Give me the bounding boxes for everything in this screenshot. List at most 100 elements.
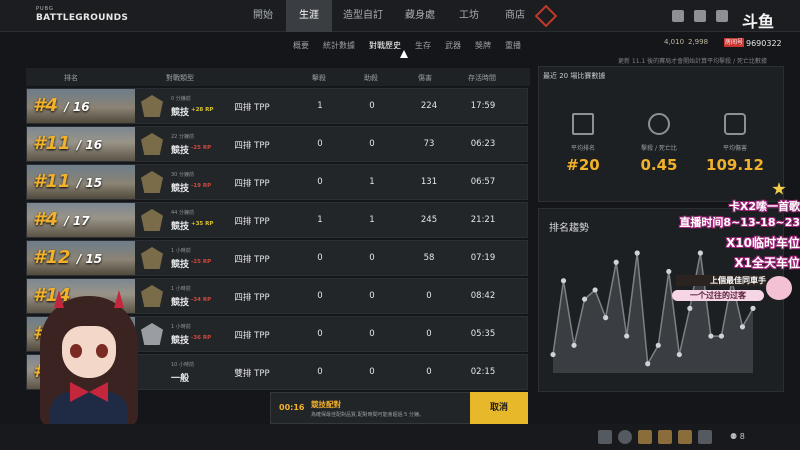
match-time: 0 分鐘前 [171,96,191,102]
kills-value: 0 [317,367,323,377]
match-row[interactable]: #4 / 17 44 分鐘前 競技 +35 RP 四排 TPP 1 1 245 21:21 [26,202,528,238]
col-rank: 排名 [64,74,78,82]
logo-big-text: BATTLEGROUNDS [36,13,129,23]
assists-value: 0 [369,253,375,263]
subtab-weapons[interactable]: 武器 [438,40,468,51]
rank-trend-title: 排名趨勢 [549,223,589,234]
squad-type: 四排 TPP [234,141,270,151]
match-mode: 競技 [171,146,190,156]
match-row[interactable]: #4 / 16 0 分鐘前 競技 +28 RP 四排 TPP 1 0 224 17:59 [26,88,528,124]
trend-point[interactable] [592,287,598,293]
stat-avg-rank-label: 平均排名 [570,145,595,152]
match-time: 44 分鐘前 [171,210,194,216]
tier-badge-icon [141,133,163,155]
trend-point[interactable] [750,305,756,311]
survivor-pass-icon[interactable] [534,4,558,28]
kills-value: 1 [317,101,323,111]
map-thumbnail: #4 / 16 [27,89,135,123]
subtab-medals[interactable]: 獎牌 [468,40,498,51]
map-thumbnail: #4 / 17 [27,203,135,237]
trend-point[interactable] [634,250,640,256]
squad-type: 四排 TPP [234,255,270,265]
pubg-logo: PUBG BATTLEGROUNDS [36,6,128,23]
rank-total: / 17 [64,214,90,228]
stat-kd-value: 0.45 [640,156,678,174]
nav-tab-customize[interactable]: 造型自訂 [332,0,394,32]
main-nav: 開始 生涯 造型自訂 藏身處 工坊 商店 [240,0,538,32]
match-row[interactable]: #12 / 15 1 小時前 競技 -25 RP 四排 TPP 0 0 58 07:19 [26,240,528,276]
trend-point[interactable] [603,315,609,321]
trend-point[interactable] [550,351,556,358]
trend-point[interactable] [645,361,651,367]
match-mode: 競技 [171,336,190,346]
inventory-icon[interactable] [672,10,684,22]
damage-value: 73 [423,139,435,149]
trend-point[interactable] [718,333,725,339]
subtab-stats[interactable]: 統計數據 [316,40,362,51]
overlay-text-5: 上個最佳同車手 [676,275,766,286]
nav-tab-store[interactable]: 商店 [492,0,538,32]
friends-online-count[interactable]: ⚉ 8 [730,432,745,441]
trend-point[interactable] [676,351,682,358]
trend-point[interactable] [581,296,588,302]
stat-avg-damage-value: 109.12 [706,156,764,174]
stat-avg-rank: 平均排名 #20 [543,113,623,174]
cancel-matchmaking-button[interactable]: 取消 [470,392,528,424]
match-time: 10 小時前 [171,362,194,368]
add-member-icon[interactable] [698,430,712,444]
chat-icon[interactable] [598,430,612,444]
trend-point[interactable] [613,259,619,265]
nav-tab-hideout[interactable]: 藏身處 [394,0,446,32]
overlay-text-6: 一个过往的过客 [672,290,764,301]
rp-change: -19 RP [191,183,212,189]
trend-point[interactable] [739,324,746,330]
map-thumbnail: #12 / 15 [27,241,135,275]
trend-point[interactable] [687,305,693,311]
placement-rank: #12 / 15 [33,247,102,268]
kills-value: 0 [317,329,323,339]
subtab-replays[interactable]: 重播 [498,40,528,51]
mouse-cursor-icon [400,50,408,58]
trend-point[interactable] [708,333,714,339]
recent-stats-panel: 最近 20 場比賽數據 平均排名 #20 擊殺 / 死亡比 0.45 平均傷害 … [538,66,784,202]
map-thumbnail: #11 / 15 [27,165,135,199]
notification-icon[interactable] [716,10,728,22]
map-thumbnail: #11 / 16 [27,127,135,161]
placement-rank: #11 / 16 [33,133,102,154]
logo-small-text: PUBG [36,6,54,12]
match-mode: 競技 [171,108,190,118]
stat-avg-rank-value: #20 [566,156,600,174]
avatar-eye-left [70,344,82,358]
trend-point[interactable] [666,268,672,275]
room-label: 房间号 [724,38,744,47]
trend-point[interactable] [624,333,630,339]
friends-icon[interactable] [694,10,706,22]
trend-point[interactable] [571,342,577,348]
squad-member-1-icon[interactable] [638,430,652,444]
match-row[interactable]: #11 / 16 22 分鐘前 競技 -25 RP 四排 TPP 0 0 73 06:23 [26,126,528,162]
squad-member-2-icon[interactable] [658,430,672,444]
squad-type: 四排 TPP [234,293,270,303]
tier-badge-icon [141,95,163,117]
globe-icon[interactable] [618,430,632,444]
bullet-icon [724,113,746,135]
rank-number: #4 [33,209,59,230]
nav-tab-career[interactable]: 生涯 [286,0,332,32]
damage-value: 224 [420,101,438,111]
match-row[interactable]: #11 / 15 30 分鐘前 競技 -19 RP 四排 TPP 0 1 131 06:57 [26,164,528,200]
trend-point[interactable] [560,278,567,284]
tier-badge-icon [141,247,163,269]
nav-tab-workshop[interactable]: 工坊 [446,0,492,32]
crosshair-icon [648,113,670,135]
top-icons [672,10,728,22]
col-survival: 存活時間 [468,74,496,82]
squad-member-3-icon[interactable] [678,430,692,444]
subtab-survival[interactable]: 生存 [408,40,438,51]
damage-value: 245 [420,215,438,225]
subtab-overview[interactable]: 概要 [286,40,316,51]
trend-point[interactable] [655,342,661,348]
survival-time-value: 07:19 [470,253,496,263]
nav-tab-start[interactable]: 開始 [240,0,286,32]
rank-total: / 15 [76,176,103,190]
rp-change: +28 RP [191,107,214,113]
